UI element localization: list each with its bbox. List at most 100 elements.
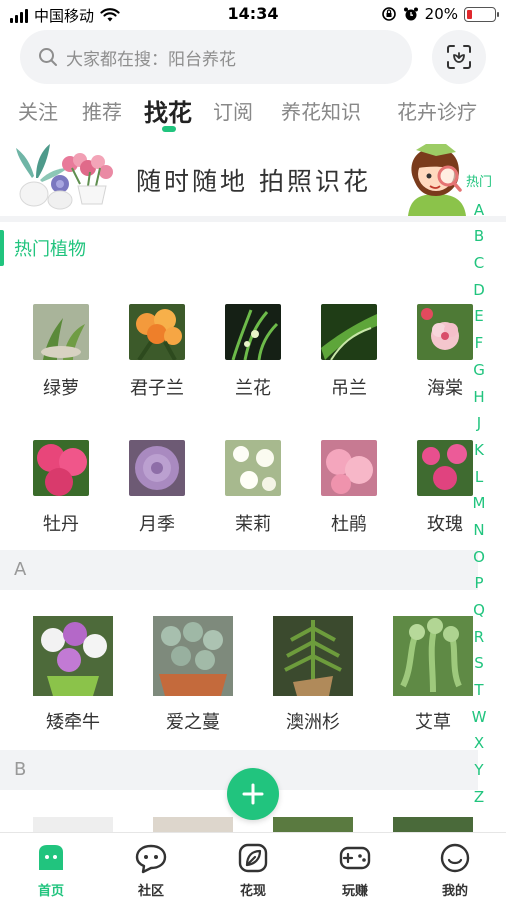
plant-thumbnail (153, 616, 233, 696)
identify-flower-banner[interactable]: 随时随地 拍照识花 (0, 136, 506, 216)
alarm-icon (403, 7, 418, 21)
plant-item[interactable]: 君子兰 (121, 304, 193, 400)
plant-item[interactable] (273, 817, 353, 832)
index-letter-e[interactable]: E (464, 303, 494, 330)
tab-subscribe[interactable]: 订阅 (213, 96, 253, 125)
category-tabs: 关注 推荐 找花 订阅 养花知识 花卉诊疗 (0, 88, 506, 134)
index-letter-t[interactable]: T (464, 677, 494, 704)
plant-name: 爱之蔓 (166, 712, 220, 733)
index-letter-g[interactable]: G (464, 357, 494, 384)
plant-item[interactable] (33, 817, 113, 832)
battery-percent: 20% (424, 5, 458, 23)
plant-item[interactable]: 兰花 (217, 304, 289, 400)
tab-flower-knowledge[interactable]: 养花知识 (281, 96, 361, 125)
tab-find-flower[interactable]: 找花 (144, 93, 192, 128)
plant-thumbnail (321, 304, 377, 360)
section-header-a: A (0, 550, 478, 590)
section-accent-bar (0, 230, 4, 266)
leaf-icon (238, 843, 268, 873)
index-letter-j[interactable]: J (464, 410, 494, 437)
index-letter-c[interactable]: C (464, 250, 494, 277)
girl-with-magnifier-illustration (408, 144, 466, 216)
search-input[interactable]: 大家都在搜：阳台养花 (20, 30, 412, 84)
plant-item[interactable]: 爱之蔓 (143, 616, 243, 734)
nav-play-earn-label: 玩赚 (341, 884, 368, 899)
index-letter-w[interactable]: W (464, 704, 494, 731)
index-letter-l[interactable]: L (464, 464, 494, 491)
chat-icon (135, 844, 167, 874)
tab-recommend[interactable]: 推荐 (82, 96, 122, 125)
index-letter-s[interactable]: S (464, 650, 494, 677)
plant-thumbnail (129, 440, 185, 496)
index-letter-hot[interactable]: 热门 (464, 170, 494, 197)
add-button[interactable] (227, 768, 279, 820)
index-letter-m[interactable]: M (464, 490, 494, 517)
plant-name: 杜鹃 (331, 514, 367, 535)
index-letter-n[interactable]: N (464, 517, 494, 544)
plant-thumbnail (321, 440, 377, 496)
plant-item[interactable]: 矮牵牛 (23, 616, 123, 734)
scan-button[interactable] (432, 30, 486, 84)
nav-community-label: 社区 (137, 884, 164, 899)
index-letter-q[interactable]: Q (464, 597, 494, 624)
plant-item[interactable]: 杜鹃 (313, 440, 385, 536)
hot-plants-header: 热门植物 (0, 230, 86, 266)
hot-plants-title: 热门植物 (14, 239, 86, 260)
plant-thumbnail (225, 304, 281, 360)
index-letter-o[interactable]: O (464, 544, 494, 571)
gamepad-icon (339, 846, 371, 870)
home-icon (39, 845, 63, 870)
plant-item[interactable]: 月季 (121, 440, 193, 536)
banner-slogan: 随时随地 拍照识花 (136, 167, 371, 196)
nav-community[interactable]: 社区 (111, 841, 191, 899)
plant-item[interactable] (393, 817, 473, 832)
plant-item[interactable]: 澳洲杉 (263, 616, 363, 734)
index-letter-y[interactable]: Y (464, 757, 494, 784)
plant-name: 兰花 (235, 378, 271, 399)
index-letter-a[interactable]: A (464, 197, 494, 224)
index-letter-k[interactable]: K (464, 437, 494, 464)
tab-flower-diagnosis[interactable]: 花卉诊疗 (397, 96, 477, 125)
plant-name: 绿萝 (43, 378, 79, 399)
battery-icon (464, 6, 499, 22)
tab-follow[interactable]: 关注 (18, 96, 58, 125)
section-divider (0, 216, 506, 222)
nav-home[interactable]: 首页 (11, 841, 91, 899)
plant-item[interactable]: 绿萝 (25, 304, 97, 400)
index-letter-z[interactable]: Z (464, 784, 494, 811)
plant-name: 君子兰 (130, 378, 184, 399)
index-letter-b[interactable]: B (464, 223, 494, 250)
index-letter-f[interactable]: F (464, 330, 494, 357)
index-letter-d[interactable]: D (464, 277, 494, 304)
plant-name: 矮牵牛 (46, 712, 100, 733)
index-letter-p[interactable]: P (464, 570, 494, 597)
nav-profile[interactable]: 我的 (415, 841, 495, 899)
nav-play-earn[interactable]: 玩赚 (315, 841, 395, 899)
plant-thumbnail (273, 616, 353, 696)
plant-thumbnail (33, 304, 89, 360)
orientation-lock-icon (381, 7, 396, 21)
plant-name: 吊兰 (331, 378, 367, 399)
plant-name: 澳洲杉 (286, 712, 340, 733)
index-letter-x[interactable]: X (464, 730, 494, 757)
smile-icon (440, 843, 470, 873)
bottom-nav: 首页 社区 花现 玩赚 我的 (0, 832, 506, 900)
plant-item[interactable]: 茉莉 (217, 440, 289, 536)
nav-discover[interactable]: 花现 (213, 841, 293, 899)
index-letter-r[interactable]: R (464, 624, 494, 651)
plant-item[interactable]: 牡丹 (25, 440, 97, 536)
nav-discover-label: 花现 (239, 884, 266, 899)
nav-profile-label: 我的 (441, 884, 468, 899)
plant-thumbnail (33, 440, 89, 496)
nav-home-label: 首页 (37, 884, 64, 899)
alphabet-index[interactable]: 热门 A B C D E F G H J K L M N O P Q R S T W X Y Z (464, 170, 494, 811)
index-letter-h[interactable]: H (464, 384, 494, 411)
flower-pots-illustration (16, 144, 113, 210)
plant-thumbnail (129, 304, 185, 360)
active-tab-indicator (162, 126, 176, 132)
status-bar: 中国移动 14:34 20% (0, 0, 506, 30)
plant-thumbnail (393, 616, 473, 696)
plant-item[interactable] (153, 817, 233, 832)
plant-item[interactable]: 吊兰 (313, 304, 385, 400)
plant-name: 月季 (139, 514, 175, 535)
